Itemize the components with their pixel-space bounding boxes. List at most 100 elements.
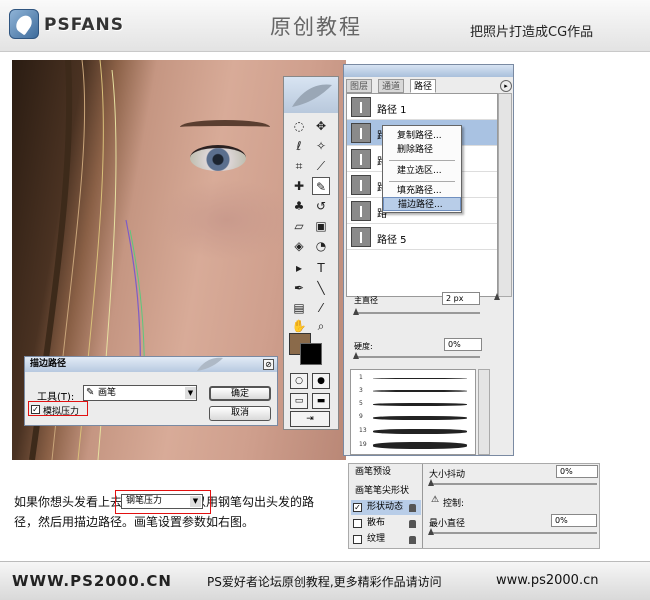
move-tool-icon[interactable]: ✥ [312, 117, 330, 135]
stroke-path-dialog: 描边路径 ⊘ 工具(T): 画笔 ✎ ▼ ✓ 模拟压力 确定 取消 [24, 356, 278, 426]
menu-item-make-selection[interactable]: 建立选区... [383, 164, 461, 178]
logo-text: PSFANS [44, 15, 124, 35]
brush-presets-scrollbar[interactable] [478, 369, 490, 455]
screen-mode-standard-icon[interactable]: ▭ [290, 393, 308, 409]
brush-stroke-preview[interactable] [373, 390, 467, 392]
chevron-down-icon[interactable]: ▼ [185, 387, 196, 399]
brush-stroke-preview[interactable] [373, 429, 467, 434]
cancel-button[interactable]: 取消 [209, 406, 271, 421]
background-color-swatch[interactable] [300, 343, 322, 365]
hardness-slider[interactable] [354, 356, 480, 358]
brush-preset-number: 19 [359, 441, 367, 448]
brush-stroke-preview[interactable] [373, 403, 467, 406]
footer-url-link[interactable]: www.ps2000.cn [496, 573, 598, 588]
path-thumbnail [351, 123, 371, 143]
size-jitter-label: 大小抖动 [429, 470, 466, 480]
blur-tool-icon[interactable]: ◈ [290, 237, 308, 255]
tab-channels[interactable]: 通道 [378, 79, 405, 93]
brush-stroke-preview[interactable] [373, 378, 467, 379]
eye [190, 145, 246, 171]
crop-tool-icon[interactable]: ⌗ [290, 157, 308, 175]
footer-text: PS爱好者论坛原创教程,更多精彩作品请访问 [207, 575, 442, 589]
close-icon[interactable]: ⊘ [263, 359, 274, 370]
menu-item-stroke-path[interactable]: 描边路径... [383, 197, 461, 211]
notes-tool-icon[interactable]: ▤ [290, 299, 308, 317]
page-header: PSFANS 原创教程 把照片打造成CG作品 [0, 0, 650, 52]
type-tool-icon[interactable]: T [312, 259, 330, 277]
clone-stamp-tool-icon[interactable]: ♣ [290, 197, 308, 215]
magic-wand-tool-icon[interactable]: ✧ [312, 137, 330, 155]
scattering-checkbox[interactable] [353, 519, 362, 528]
tab-layers[interactable]: 图层 [346, 79, 373, 93]
eyedropper-tool-icon[interactable]: ⁄ [312, 299, 330, 317]
master-diameter-field[interactable]: 2 px [442, 292, 480, 305]
pen-tool-icon[interactable]: ✒ [290, 279, 308, 297]
path-row[interactable]: 路径 1 [347, 94, 497, 120]
brush-tool-icon[interactable]: ✎ [312, 177, 330, 195]
menu-item-fill-path[interactable]: 填充路径... [383, 184, 461, 198]
brush-icon: ✎ [86, 387, 95, 398]
toolbox-feather-header [284, 77, 338, 113]
history-brush-tool-icon[interactable]: ↺ [312, 197, 330, 215]
menu-item-duplicate-path[interactable]: 复制路径... [383, 129, 461, 143]
size-jitter-field[interactable]: 0% [556, 465, 598, 478]
simulate-pressure-checkbox[interactable]: ✓ [31, 405, 40, 414]
brush-preset-number: 3 [359, 387, 363, 394]
size-jitter-slider[interactable] [429, 483, 597, 485]
min-diameter-slider[interactable] [429, 532, 597, 534]
brush-stroke-preview[interactable] [373, 416, 467, 420]
eraser-tool-icon[interactable]: ▱ [290, 217, 308, 235]
control-label: 控制: [443, 499, 465, 509]
chevron-down-icon[interactable]: ▼ [190, 496, 201, 507]
jump-to-imageready-icon[interactable]: ⇥ [290, 411, 330, 427]
feather-icon [197, 357, 223, 371]
zoom-tool-icon[interactable]: ⌕ [312, 317, 330, 335]
brush-menu-item[interactable]: 画笔笔尖形状 [351, 484, 421, 499]
slice-tool-icon[interactable]: ⟋ [312, 157, 330, 175]
brush-preset-number: 13 [359, 427, 367, 434]
shape-dynamics-checkbox[interactable]: ✓ [353, 503, 362, 512]
brush-preset-number: 5 [359, 400, 363, 407]
brush-menu-item[interactable]: 画笔预设 [351, 465, 421, 480]
path-thumbnail [351, 97, 371, 117]
marquee-tool-icon[interactable]: ◌ [290, 117, 308, 135]
page-title: 原创教程 [270, 15, 362, 39]
healing-brush-tool-icon[interactable]: ✚ [290, 177, 308, 195]
line-tool-icon[interactable]: ╲ [312, 279, 330, 297]
quick-mask-mode-icon[interactable]: ● [312, 373, 330, 389]
brush-preset-number: 9 [359, 413, 363, 420]
tab-paths[interactable]: 路径 [410, 79, 437, 93]
master-diameter-slider[interactable] [354, 312, 480, 314]
tool-select[interactable]: 画笔 [83, 385, 197, 401]
panel-menu-icon[interactable]: ▸ [500, 80, 512, 92]
ok-button[interactable]: 确定 [209, 386, 271, 401]
hardness-field[interactable]: 0% [444, 338, 482, 351]
texture-checkbox[interactable] [353, 535, 362, 544]
lasso-tool-icon[interactable]: ℓ [290, 137, 308, 155]
paths-panel: 图层 通道 路径 ▸ 路径 1路径 2路路路路径 5 主直径 2 px 硬度: … [343, 64, 514, 456]
warning-icon: ⚠ [431, 495, 440, 505]
path-selection-tool-icon[interactable]: ▸ [290, 259, 308, 277]
footer-site-logo[interactable]: WWW.PS2000.CN [12, 572, 172, 590]
min-diameter-label: 最小直径 [429, 519, 466, 529]
gradient-tool-icon[interactable]: ▣ [312, 217, 330, 235]
min-diameter-field[interactable]: 0% [551, 514, 597, 527]
path-context-menu: 复制路径... 删除路径 建立选区... 填充路径... 描边路径... [382, 125, 462, 213]
lock-icon[interactable] [409, 536, 416, 544]
dialog-title: 描边路径 [25, 357, 277, 372]
lock-icon[interactable] [409, 520, 416, 528]
panel-title-bar [344, 65, 513, 77]
paths-list-scrollbar[interactable] [498, 93, 512, 297]
dodge-tool-icon[interactable]: ◔ [312, 237, 330, 255]
brush-preset-number: 1 [359, 374, 363, 381]
standard-mode-icon[interactable]: ○ [290, 373, 308, 389]
brush-stroke-preview[interactable] [373, 442, 467, 449]
page-footer: WWW.PS2000.CN PS爱好者论坛原创教程,更多精彩作品请访问 www.… [0, 561, 650, 600]
screen-mode-full-icon[interactable]: ▬ [312, 393, 330, 409]
menu-separator [389, 181, 455, 182]
path-thumbnail [351, 149, 371, 169]
psfans-logo-icon [9, 9, 39, 39]
path-row[interactable]: 路径 5 [347, 224, 497, 250]
lock-icon[interactable] [409, 504, 416, 512]
menu-item-delete-path[interactable]: 删除路径 [383, 143, 461, 157]
